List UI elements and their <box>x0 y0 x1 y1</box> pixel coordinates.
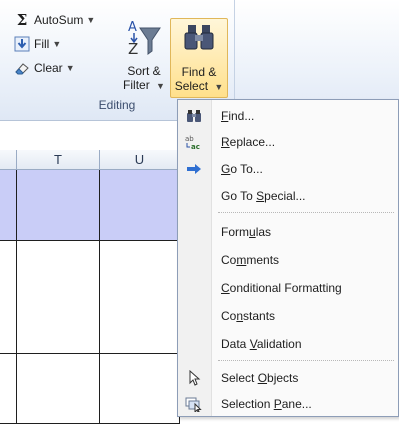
menu-item-constants[interactable]: Constants <box>178 304 398 328</box>
binoculars-icon <box>185 108 203 124</box>
sort-filter-line2: Filter <box>123 78 150 92</box>
eraser-icon <box>14 60 30 76</box>
chevron-down-icon: ▼ <box>65 63 75 73</box>
menu-item-go-to-special-label-pre: Go To <box>221 189 257 203</box>
menu-item-find[interactable]: Find... <box>178 104 398 128</box>
menu-item-go-to-special[interactable]: Go To Special... <box>178 184 398 208</box>
menu-item-find-label-post: ind... <box>228 109 255 123</box>
menu-item-selection-pane[interactable]: Selection Pane... <box>178 392 398 416</box>
fill-label: Fill <box>34 37 50 51</box>
menu-item-constants-label-post: stants <box>243 309 276 323</box>
menu-item-comments-label-pre: Co <box>221 253 237 267</box>
svg-text:ac: ac <box>191 143 200 150</box>
binoculars-icon <box>182 19 216 57</box>
cell[interactable] <box>0 170 17 241</box>
cell[interactable] <box>100 354 180 424</box>
menu-item-formulas-label-post: las <box>255 225 272 239</box>
menu-item-constants-label-pre: Co <box>221 309 237 323</box>
menu-separator <box>218 360 394 361</box>
menu-item-go-to-accesskey: G <box>221 162 231 176</box>
menu-item-select-objects-label-post: bjects <box>267 371 299 385</box>
column-header-s[interactable] <box>0 150 17 170</box>
menu-item-formulas-accesskey: u <box>249 225 256 239</box>
find-select-menu: Find... ab ac Replace... Go To... Go To … <box>177 99 399 417</box>
chevron-down-icon: ▼ <box>86 15 96 25</box>
cursor-arrow-icon <box>185 369 203 386</box>
svg-text:Z: Z <box>128 40 138 56</box>
menu-item-replace-label-post: eplace... <box>229 135 276 149</box>
chevron-down-icon: ▼ <box>52 39 62 49</box>
arrow-right-icon <box>185 161 203 177</box>
cell[interactable] <box>17 354 100 424</box>
cell[interactable] <box>100 241 180 354</box>
clear-label: Clear <box>34 61 63 75</box>
sigma-icon: Σ <box>16 11 28 29</box>
menu-item-data-validation-accesskey: V <box>249 337 257 351</box>
fill-button[interactable]: Fill ▼ <box>14 34 61 54</box>
sort-filter-line2-row: Filter ▼ <box>120 78 168 93</box>
cell[interactable] <box>100 170 180 241</box>
chevron-down-icon: ▼ <box>214 82 224 92</box>
menu-item-select-objects-accesskey: O <box>257 371 268 385</box>
column-header-u[interactable]: U <box>100 150 180 170</box>
find-select-line1: Find & <box>181 65 217 79</box>
svg-text:A: A <box>128 20 137 35</box>
column-header-t[interactable]: T <box>17 150 100 170</box>
menu-item-conditional-formatting-accesskey: C <box>221 281 230 295</box>
menu-item-formulas[interactable]: Formulas <box>178 220 398 244</box>
chevron-down-icon: ▼ <box>156 81 165 91</box>
menu-item-selection-pane-label-post: ane... <box>281 397 312 411</box>
cell[interactable] <box>0 354 17 424</box>
autosum-label: AutoSum <box>34 13 84 27</box>
menu-item-data-validation-label-post: alidation <box>256 337 302 351</box>
menu-item-conditional-formatting[interactable]: Conditional Formatting <box>178 276 398 300</box>
menu-item-comments-label-post: ments <box>246 253 280 267</box>
sort-filter-icon: A Z <box>127 18 161 58</box>
menu-item-selection-pane-accesskey: P <box>273 397 282 411</box>
find-select-button[interactable]: Find & Select ▼ <box>170 18 228 98</box>
menu-item-selection-pane-label-pre: Selection <box>221 397 274 411</box>
sort-filter-line1: Sort & <box>127 64 161 78</box>
worksheet: T U <box>0 150 180 424</box>
clear-button[interactable]: Clear ▼ <box>14 58 75 78</box>
menu-item-replace[interactable]: ab ac Replace... <box>178 130 398 154</box>
find-select-line2-row: Select ▼ <box>171 79 227 94</box>
menu-item-formulas-label-pre: Form <box>221 225 249 239</box>
cell[interactable] <box>0 241 17 354</box>
menu-item-go-to-label-post: o To... <box>230 162 263 176</box>
menu-item-data-validation-label-pre: Data <box>221 337 250 351</box>
sort-filter-button[interactable]: A Z Sort & Filter ▼ <box>120 18 168 93</box>
menu-item-go-to[interactable]: Go To... <box>178 157 398 181</box>
menu-item-go-to-special-label-post: pecial... <box>264 189 306 203</box>
menu-item-select-objects-label-pre: Select <box>221 371 258 385</box>
menu-item-comments-accesskey: m <box>236 253 247 267</box>
menu-item-replace-accesskey: R <box>221 135 230 149</box>
menu-item-conditional-formatting-label-post: onditional Formatting <box>229 281 342 295</box>
menu-item-data-validation[interactable]: Data Validation <box>178 332 398 356</box>
cell[interactable] <box>17 170 100 241</box>
replace-icon: ab ac <box>185 134 203 151</box>
cell[interactable] <box>17 241 100 354</box>
selection-pane-icon <box>185 396 203 414</box>
find-select-line2: Select <box>174 79 209 93</box>
menu-item-go-to-special-accesskey: S <box>256 189 265 203</box>
svg-text:ab: ab <box>185 135 194 143</box>
menu-item-comments[interactable]: Comments <box>178 248 398 272</box>
menu-item-select-objects[interactable]: Select Objects <box>178 366 398 390</box>
autosum-button[interactable]: Σ AutoSum ▼ <box>14 10 96 30</box>
fill-down-icon <box>14 36 30 52</box>
menu-separator <box>218 212 394 213</box>
